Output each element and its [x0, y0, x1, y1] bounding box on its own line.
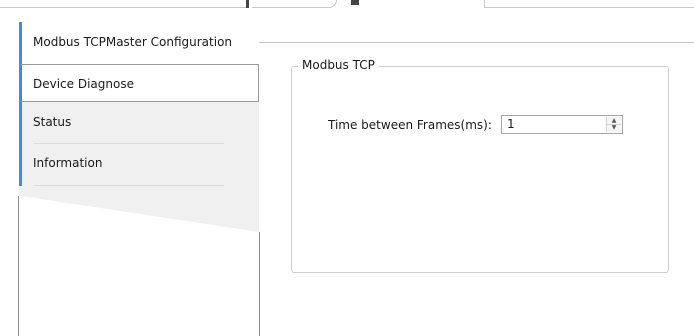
spin-down-arrow-icon[interactable]: ▼	[607, 124, 621, 131]
nav-item-label: Device Diagnose	[33, 77, 134, 91]
spinbox-value[interactable]: 1	[507, 117, 515, 132]
nav-item-label: Modbus TCPMaster Configuration	[33, 35, 233, 49]
time-between-frames-spinbox[interactable]: 1 ▲ ▼	[501, 115, 623, 134]
toolbar-segment	[0, 0, 249, 8]
time-between-frames-label: Time between Frames(ms):	[328, 118, 492, 132]
spinbox-buttons: ▲ ▼	[606, 117, 621, 132]
toolbar-icon	[351, 0, 359, 5]
nav-item-label: Status	[33, 115, 72, 129]
nav-border	[18, 196, 19, 336]
toolbar-strip	[0, 0, 694, 10]
toolbar-segment	[252, 0, 337, 8]
modbus-tcp-groupbox	[291, 66, 669, 273]
groupbox-title: Modbus TCP	[298, 58, 379, 72]
nav-separator	[34, 185, 224, 186]
content-top-border	[259, 42, 694, 43]
nav-item-modbus-config[interactable]: Modbus TCPMaster Configuration	[19, 22, 259, 64]
nav-item-device-diagnose[interactable]: Device Diagnose	[19, 64, 259, 102]
nav-border	[259, 232, 260, 336]
toolbar-segment	[484, 0, 694, 8]
nav-item-status[interactable]: Status	[19, 102, 259, 142]
nav-item-label: Information	[33, 156, 103, 170]
nav-item-information[interactable]: Information	[19, 142, 259, 184]
